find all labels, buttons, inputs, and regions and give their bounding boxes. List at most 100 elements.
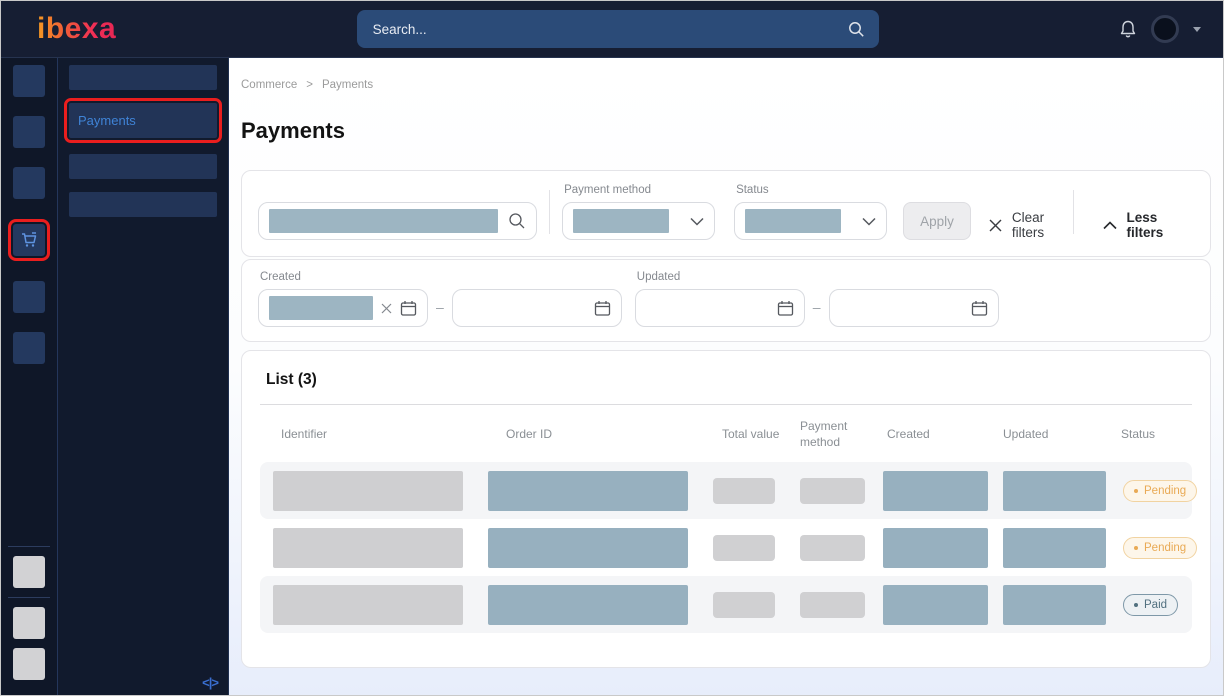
nav-icon-6[interactable] [13,332,45,364]
created-from-input[interactable] [258,289,428,327]
updated-label: Updated [637,271,999,283]
redacted-created [883,471,988,511]
payment-method-select[interactable] [562,202,715,240]
sidebar-collapse-icon[interactable]: <|> [202,675,218,690]
redacted-created [883,528,988,568]
sidebar-item-3[interactable] [69,154,217,179]
col-updated: Updated [993,427,1108,441]
nav-bottom-icon-3[interactable] [13,648,45,680]
redacted-updated [1003,585,1106,625]
nav-bottom-icon-2[interactable] [13,607,45,639]
nav-icon-commerce-cart[interactable] [13,224,45,256]
redacted-order-id [488,528,688,568]
sidebar-item-4[interactable] [69,192,217,217]
nav-icon-5[interactable] [13,281,45,313]
breadcrumb-commerce[interactable]: Commerce [241,79,297,91]
col-payment-method: Payment method [783,418,863,450]
status-label: Status [736,184,887,196]
list-title: List (3) [260,351,1192,389]
status-dot [1134,489,1138,493]
created-group: Created – [258,271,622,327]
calendar-icon[interactable] [971,300,988,317]
updated-to-input[interactable] [829,289,999,327]
topbar-center [116,10,1119,48]
nav-rail-divider-2 [8,597,50,598]
redacted-identifier [273,585,463,625]
breadcrumb-separator: > [306,79,313,91]
redacted-payment-method [800,592,865,618]
updated-from-input[interactable] [635,289,805,327]
nav-icon-3[interactable] [13,167,45,199]
calendar-icon[interactable] [594,300,611,317]
calendar-icon[interactable] [400,300,417,317]
redacted-payment-method [800,535,865,561]
table-header: Identifier Order ID Total value Payment … [260,405,1192,462]
global-search[interactable] [357,10,879,48]
status-badge: Paid [1123,594,1178,616]
status-group: Status [734,184,887,240]
page-title: Payments [241,118,1211,144]
redacted-created-from-value [269,296,373,320]
user-avatar[interactable] [1151,15,1179,43]
filter-bar: Payment method Status [241,170,1211,257]
date-range-separator: – [436,299,444,315]
status-dot [1134,603,1138,607]
updated-group: Updated – [635,271,999,327]
created-label: Created [260,271,622,283]
filter-divider-2 [1073,190,1074,234]
status-badge: Pending [1123,480,1197,502]
less-filters-label: Less filters [1127,210,1191,240]
table-row[interactable]: Pending [260,462,1192,519]
filter-divider [549,190,550,234]
main-nav-rail [1,58,58,695]
redacted-payment-method-value [573,209,669,233]
table-row[interactable]: Paid [260,576,1192,633]
breadcrumb-payments[interactable]: Payments [322,79,373,91]
notification-bell-icon[interactable] [1119,19,1137,39]
nav-icon-1[interactable] [13,65,45,97]
redacted-order-id [488,471,688,511]
col-order-id: Order ID [473,427,698,441]
nav-rail-divider [8,546,50,547]
redacted-updated [1003,471,1106,511]
clear-filters-button[interactable]: Clear filters [988,210,1073,240]
ibexa-logo: ibexa [37,14,116,44]
status-select[interactable] [734,202,887,240]
redacted-total-value [713,592,775,618]
redacted-order-id [488,585,688,625]
date-filter-bar: Created – [241,259,1211,342]
filter-search-input[interactable] [258,202,537,240]
redacted-total-value [713,535,775,561]
table-row[interactable]: Pending [260,519,1192,576]
apply-button[interactable]: Apply [903,202,971,240]
chevron-down-icon [690,217,704,226]
less-filters-button[interactable]: Less filters [1103,210,1191,240]
payment-method-group: Payment method [562,184,715,240]
app-window: ibexa [0,0,1224,696]
payment-method-label: Payment method [564,184,715,196]
col-identifier: Identifier [260,427,473,441]
shopping-cart-icon [19,230,39,250]
search-icon [508,212,526,230]
redacted-payment-method [800,478,865,504]
breadcrumb: Commerce > Payments [241,79,1211,91]
nav-icon-2[interactable] [13,116,45,148]
chevron-down-icon [862,217,876,226]
col-status: Status [1108,427,1192,441]
status-dot [1134,546,1138,550]
col-created: Created [873,427,993,441]
redacted-updated [1003,528,1106,568]
nav-bottom-icon-1[interactable] [13,556,45,588]
status-badge-label: Pending [1144,485,1186,497]
created-to-input[interactable] [452,289,622,327]
clear-filters-label: Clear filters [1012,210,1073,240]
status-badge-label: Paid [1144,599,1167,611]
topbar: ibexa [1,1,1223,58]
sidebar-item-1[interactable] [69,65,217,90]
global-search-input[interactable] [371,21,848,38]
sidebar-item-payments[interactable]: Payments [69,103,217,138]
user-menu-caret-icon[interactable] [1193,27,1201,32]
clear-date-icon[interactable] [381,303,392,314]
redacted-identifier [273,528,463,568]
calendar-icon[interactable] [777,300,794,317]
